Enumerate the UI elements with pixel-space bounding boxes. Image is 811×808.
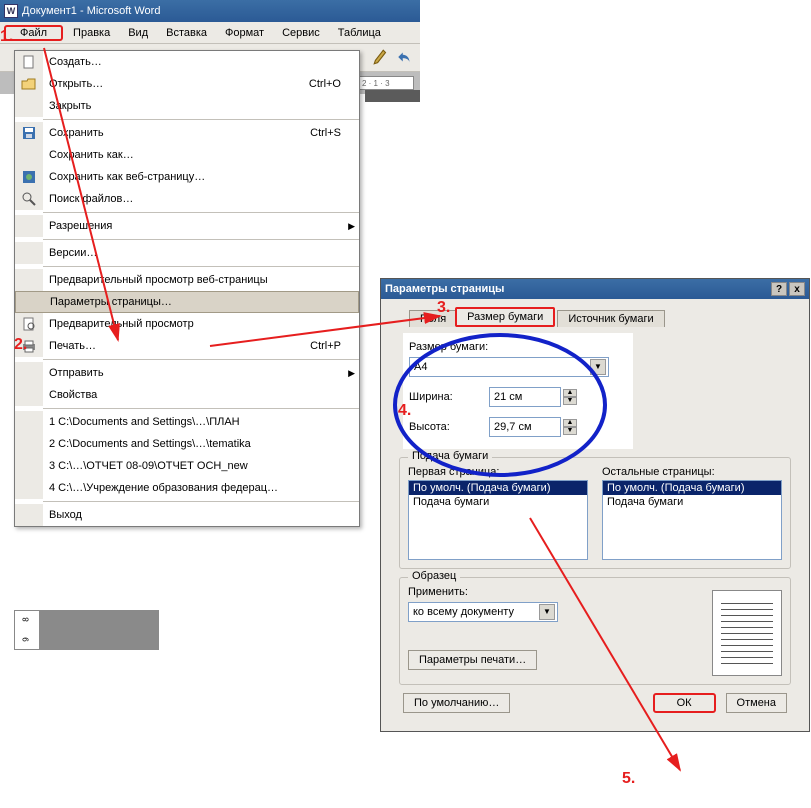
tab-paper-size[interactable]: Размер бумаги [455,307,555,327]
menu-format[interactable]: Формат [217,25,272,41]
sample-group: Образец Применить: ко всему документу ▼ … [399,577,791,685]
annotation-5: 5. [622,770,635,788]
default-button[interactable]: По умолчанию… [403,693,510,713]
menu-item-new[interactable]: Создать… [15,51,359,73]
paper-size-label: Размер бумаги: [409,341,627,353]
tab-paper-source[interactable]: Источник бумаги [557,310,664,327]
list-item[interactable]: По умолч. (Подача бумаги) [603,481,781,495]
menu-tools[interactable]: Сервис [274,25,328,41]
save-web-icon [21,169,37,185]
brush-icon[interactable] [372,48,390,66]
h-ruler: 2 · 1 · 3 [359,76,414,90]
menu-item-page-setup[interactable]: Параметры страницы… [15,291,359,313]
menu-item-permissions[interactable]: Разрешения▶ [15,215,359,237]
menu-item-close[interactable]: Закрыть [15,95,359,117]
chevron-down-icon: ▼ [539,604,555,620]
menu-item-exit[interactable]: Выход [15,504,359,526]
ok-button[interactable]: ОК [653,693,716,713]
page-setup-dialog: Параметры страницы ? x Поля Размер бумаг… [380,278,810,732]
height-spinner[interactable]: ▲▼ [563,419,577,435]
width-spinner[interactable]: ▲▼ [563,389,577,405]
h-ruler-dark [365,90,420,102]
width-input[interactable]: 21 см [489,387,561,407]
menu-item-recent-4[interactable]: 4 C:\…\Учреждение образования федерац… [15,477,359,499]
menu-item-print[interactable]: Печать…Ctrl+P [15,335,359,357]
menu-file[interactable]: Файл [4,25,63,41]
menu-table[interactable]: Таблица [330,25,389,41]
dialog-title-bar: Параметры страницы ? x [381,279,809,299]
dialog-title: Параметры страницы [385,283,504,295]
print-icon [21,338,37,354]
doc-background [39,610,159,650]
menu-edit[interactable]: Правка [65,25,118,41]
page-preview [712,590,782,676]
menu-item-properties[interactable]: Свойства [15,384,359,406]
floppy-icon [21,125,37,141]
menu-bar: Файл Правка Вид Вставка Формат Сервис Та… [0,22,420,44]
folder-open-icon [21,76,37,92]
close-button[interactable]: x [789,282,805,296]
menu-view[interactable]: Вид [120,25,156,41]
help-button[interactable]: ? [771,282,787,296]
first-page-listbox[interactable]: По умолч. (Подача бумаги) Подача бумаги [408,480,588,560]
height-label: Высота: [409,421,489,433]
paper-size-combo[interactable]: A4 ▼ [409,357,609,377]
search-files-icon [21,191,37,207]
menu-item-file-search[interactable]: Поиск файлов… [15,188,359,210]
menu-insert[interactable]: Вставка [158,25,215,41]
list-item[interactable]: Подача бумаги [409,495,587,509]
undo-icon[interactable] [396,48,414,66]
paper-feed-group: Подача бумаги Первая страница: По умолч.… [399,457,791,569]
print-options-button[interactable]: Параметры печати… [408,650,537,670]
menu-item-open[interactable]: Открыть…Ctrl+O [15,73,359,95]
chevron-down-icon: ▼ [590,359,606,375]
cancel-button[interactable]: Отмена [726,693,787,713]
menu-item-recent-3[interactable]: 3 C:\…\ОТЧЕТ 08-09\ОТЧЕТ ОСН_new [15,455,359,477]
v-ruler: 8 9 [14,610,40,650]
preview-icon [21,316,37,332]
list-item[interactable]: По умолч. (Подача бумаги) [409,481,587,495]
paper-size-value: A4 [414,361,427,373]
other-pages-listbox[interactable]: По умолч. (Подача бумаги) Подача бумаги [602,480,782,560]
width-label: Ширина: [409,391,489,403]
menu-item-web-preview[interactable]: Предварительный просмотр веб-страницы [15,269,359,291]
menu-item-print-preview[interactable]: Предварительный просмотр [15,313,359,335]
title-bar: W Документ1 - Microsoft Word [0,0,420,22]
feed-legend: Подача бумаги [408,450,492,462]
other-pages-label: Остальные страницы: [602,466,782,478]
height-input[interactable]: 29,7 см [489,417,561,437]
first-page-label: Первая страница: [408,466,588,478]
sample-legend: Образец [408,570,460,582]
new-doc-icon [21,54,37,70]
word-icon: W [4,4,18,18]
menu-item-recent-2[interactable]: 2 C:\Documents and Settings\…\tematika [15,433,359,455]
window-title: Документ1 - Microsoft Word [22,5,160,17]
apply-combo[interactable]: ко всему документу ▼ [408,602,558,622]
menu-item-versions[interactable]: Версии… [15,242,359,264]
menu-item-save-web[interactable]: Сохранить как веб-страницу… [15,166,359,188]
apply-label: Применить: [408,586,558,598]
menu-item-save[interactable]: СохранитьCtrl+S [15,122,359,144]
menu-item-save-as[interactable]: Сохранить как… [15,144,359,166]
tab-margins[interactable]: Поля [409,310,457,327]
list-item[interactable]: Подача бумаги [603,495,781,509]
file-dropdown-menu: Создать… Открыть…Ctrl+O Закрыть Сохранит… [14,50,360,527]
menu-item-send[interactable]: Отправить▶ [15,362,359,384]
menu-item-recent-1[interactable]: 1 C:\Documents and Settings\…\ПЛАН [15,411,359,433]
